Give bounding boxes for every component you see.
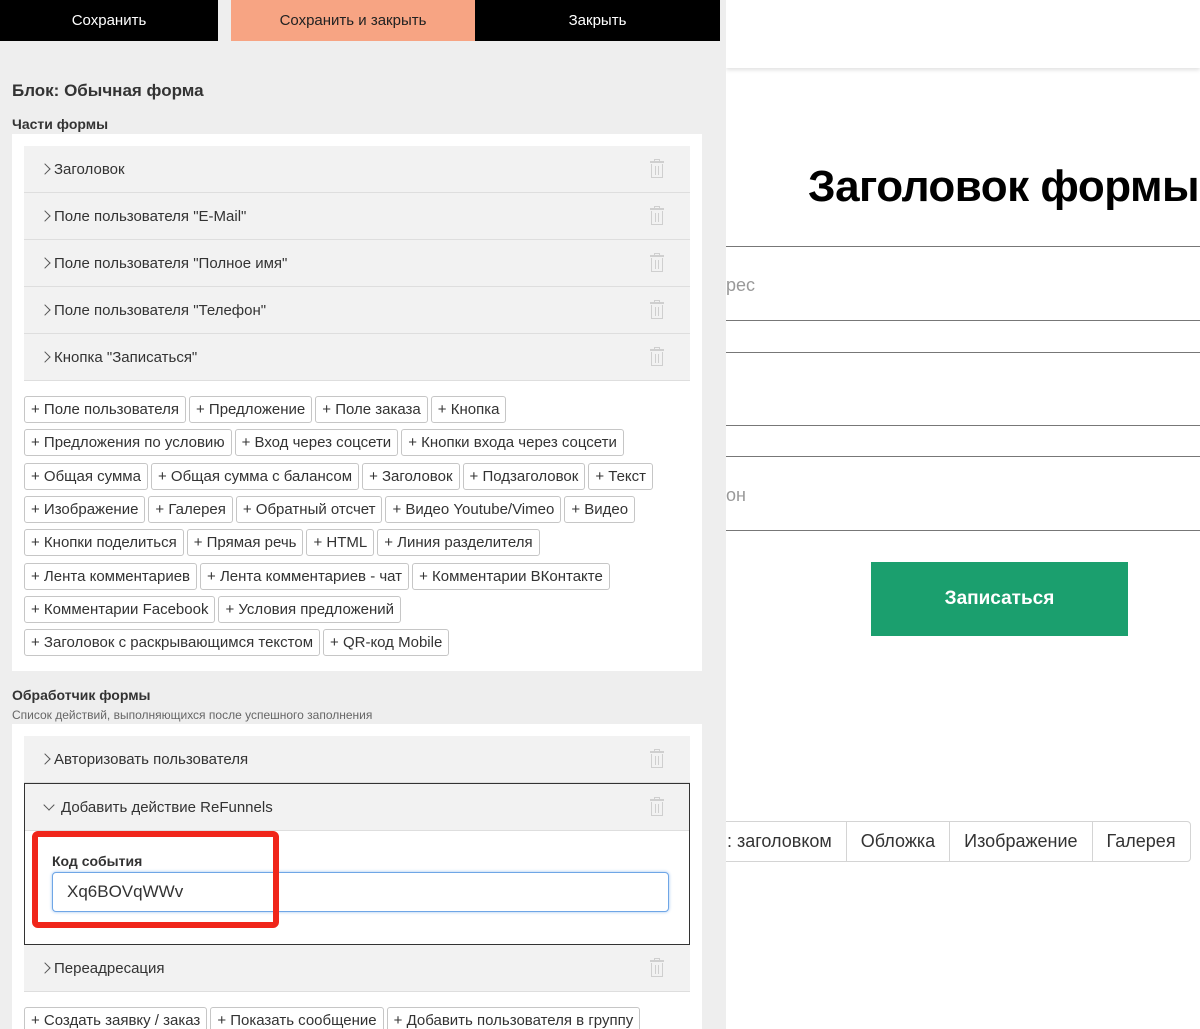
form-handler-subtitle: Список действий, выполняющихся после усп…	[12, 708, 373, 722]
form-part-label: Поле пользователя "Телефон"	[54, 301, 267, 319]
trash-icon[interactable]	[650, 347, 664, 366]
handler-action-label: Добавить действие ReFunnels	[61, 798, 273, 816]
chevron-right-icon[interactable]	[39, 304, 51, 316]
trash-icon[interactable]	[650, 958, 664, 977]
add-gallery-button[interactable]: + Галерея	[148, 496, 233, 524]
preview-submit-button[interactable]: Записаться	[871, 562, 1128, 636]
add-user-to-group-button[interactable]: + Добавить пользователя в группу	[386, 1007, 641, 1029]
add-youtube-vimeo-button[interactable]: + Видео Youtube/Vimeo	[385, 496, 562, 524]
form-part-row[interactable]: Поле пользователя "Телефон"	[24, 287, 690, 334]
preview-tab-image[interactable]: Изображение	[949, 821, 1093, 862]
preview-tab[interactable]: : заголовком	[726, 821, 847, 862]
close-button[interactable]: Закрыть	[475, 0, 720, 41]
add-video-button[interactable]: + Видео	[564, 496, 636, 524]
save-and-close-button[interactable]: Сохранить и закрыть	[231, 0, 475, 41]
form-part-row[interactable]: Поле пользователя "E-Mail"	[24, 193, 690, 240]
preview-email-placeholder[interactable]: рес	[726, 275, 755, 296]
chevron-right-icon[interactable]	[39, 753, 51, 765]
chevron-down-icon[interactable]	[43, 798, 55, 811]
form-parts-list: Заголовок Поле пользователя "E-Mail" Пол…	[24, 146, 690, 381]
form-part-label: Кнопка "Записаться"	[54, 348, 198, 366]
preview-tabs: : заголовком Обложка Изображение Галерея	[726, 821, 1191, 862]
add-offer-terms-button[interactable]: + Условия предложений	[218, 595, 402, 623]
event-code-input[interactable]	[52, 872, 669, 912]
handler-action-row[interactable]: Переадресация	[24, 945, 690, 992]
chevron-right-icon[interactable]	[39, 351, 51, 363]
trash-icon[interactable]	[650, 797, 664, 816]
handler-action-row[interactable]: Добавить действие ReFunnels	[25, 784, 689, 831]
add-image-button[interactable]: + Изображение	[24, 496, 146, 524]
preview-tab-gallery[interactable]: Галерея	[1091, 821, 1191, 862]
trash-icon[interactable]	[650, 206, 664, 225]
add-quote-button[interactable]: + Прямая речь	[186, 529, 304, 557]
editor-panel: Сохранить Сохранить и закрыть Закрыть Бл…	[0, 0, 726, 1029]
handler-actions-list: Авторизовать пользователя Добавить дейст…	[24, 736, 690, 992]
form-handler-heading: Обработчик формы	[12, 687, 151, 703]
event-code-label: Код события	[52, 853, 143, 869]
add-part-buttons: + Поле пользователя + Предложение + Поле…	[24, 393, 690, 659]
form-part-row[interactable]: Заголовок	[24, 146, 690, 193]
preview-field-underline	[726, 530, 1200, 531]
add-comments-chat-button[interactable]: + Лента комментариев - чат	[200, 562, 410, 590]
add-text-button[interactable]: + Текст	[588, 462, 654, 490]
add-qr-code-button[interactable]: + QR-код Mobile	[323, 629, 450, 657]
preview-field-underline	[726, 352, 1200, 353]
form-part-label: Поле пользователя "Полное имя"	[54, 254, 288, 272]
chevron-right-icon[interactable]	[39, 163, 51, 175]
form-handler-card: Авторизовать пользователя Добавить дейст…	[12, 724, 702, 1029]
add-conditional-offers-button[interactable]: + Предложения по условию	[24, 429, 232, 457]
add-total-with-balance-button[interactable]: + Общая сумма с балансом	[150, 462, 360, 490]
trash-icon[interactable]	[650, 749, 664, 768]
preview-field-underline	[726, 425, 1200, 426]
add-order-field-button[interactable]: + Поле заказа	[315, 396, 428, 424]
preview-phone-placeholder[interactable]: он	[726, 485, 746, 506]
add-html-button[interactable]: + HTML	[306, 529, 375, 557]
form-part-row[interactable]: Поле пользователя "Полное имя"	[24, 240, 690, 287]
block-title: Блок: Обычная форма	[12, 81, 204, 100]
add-countdown-button[interactable]: + Обратный отсчет	[235, 496, 383, 524]
form-parts-card: Заголовок Поле пользователя "E-Mail" Пол…	[12, 134, 702, 671]
trash-icon[interactable]	[650, 253, 664, 272]
form-part-row[interactable]: Кнопка "Записаться"	[24, 334, 690, 381]
form-parts-heading: Части формы	[12, 116, 109, 132]
handler-action-label: Переадресация	[54, 959, 165, 977]
handler-action-label: Авторизовать пользователя	[54, 750, 249, 768]
add-heading-button[interactable]: + Заголовок	[362, 462, 460, 490]
add-share-buttons-button[interactable]: + Кнопки поделиться	[24, 529, 184, 557]
form-part-label: Поле пользователя "E-Mail"	[54, 207, 247, 225]
preview-field-underline	[726, 320, 1200, 321]
add-button-button[interactable]: + Кнопка	[430, 396, 507, 424]
trash-icon[interactable]	[650, 300, 664, 319]
add-show-message-button[interactable]: + Показать сообщение	[210, 1007, 384, 1029]
chevron-right-icon[interactable]	[39, 210, 51, 222]
add-total-button[interactable]: + Общая сумма	[24, 462, 148, 490]
add-divider-button[interactable]: + Линия разделителя	[377, 529, 540, 557]
add-create-order-button[interactable]: + Создать заявку / заказ	[24, 1007, 208, 1029]
preview-field-underline	[726, 456, 1200, 457]
chevron-right-icon[interactable]	[39, 962, 51, 974]
add-vk-comments-button[interactable]: + Комментарии ВКонтакте	[412, 562, 610, 590]
add-user-field-button[interactable]: + Поле пользователя	[24, 396, 186, 424]
refunnels-settings: Код события	[25, 831, 689, 944]
preview-divider	[726, 246, 1200, 247]
preview-top-bar	[726, 0, 1200, 68]
handler-action-row[interactable]: Авторизовать пользователя	[24, 736, 690, 783]
add-social-login-button[interactable]: + Вход через соцсети	[234, 429, 399, 457]
add-action-buttons: + Создать заявку / заказ + Показать сооб…	[24, 1004, 690, 1029]
chevron-right-icon[interactable]	[39, 257, 51, 269]
save-button[interactable]: Сохранить	[0, 0, 218, 41]
add-social-login-buttons-button[interactable]: + Кнопки входа через соцсети	[401, 429, 624, 457]
add-comments-feed-button[interactable]: + Лента комментариев	[24, 562, 198, 590]
add-offer-button[interactable]: + Предложение	[188, 396, 313, 424]
preview-form-title: Заголовок формы	[808, 162, 1200, 211]
form-part-label: Заголовок	[54, 160, 125, 178]
add-expandable-heading-button[interactable]: + Заголовок с раскрывающимся текстом	[24, 629, 321, 657]
form-preview: Заголовок формы рес он Записаться : заго…	[726, 0, 1200, 1029]
trash-icon[interactable]	[650, 159, 664, 178]
refunnels-action-expanded: Добавить действие ReFunnels Код события	[24, 783, 690, 945]
toolbar: Сохранить Сохранить и закрыть Закрыть	[0, 0, 720, 41]
preview-tab-cover[interactable]: Обложка	[845, 821, 951, 862]
add-subheading-button[interactable]: + Подзаголовок	[462, 462, 586, 490]
add-facebook-comments-button[interactable]: + Комментарии Facebook	[24, 595, 216, 623]
